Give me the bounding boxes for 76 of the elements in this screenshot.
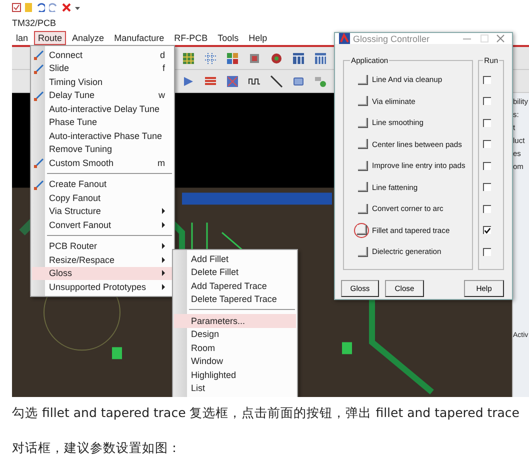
delete-icon[interactable]	[62, 2, 71, 12]
menu-item[interactable]: Unsupported Prototypes	[32, 280, 173, 294]
menu-item[interactable]: Slide f	[32, 62, 173, 75]
undo-icon[interactable]	[36, 2, 45, 12]
menu-bar-item[interactable]: Analyze	[68, 31, 108, 45]
grid-icon[interactable]	[182, 52, 195, 64]
chip-icon[interactable]	[248, 52, 261, 64]
shapes-icon[interactable]	[270, 52, 283, 64]
menu-item[interactable]: Via Structure	[32, 204, 173, 218]
submenu-arrow-icon	[162, 222, 165, 228]
menu-item[interactable]: Copy Fanout	[32, 191, 173, 204]
trace-icon	[34, 158, 44, 168]
run-checkbox[interactable]	[483, 97, 492, 106]
menu-item[interactable]: Timing Vision	[32, 75, 173, 88]
rectangle-icon[interactable]	[292, 74, 305, 88]
menu-item[interactable]: Resize/Respace	[32, 253, 173, 266]
menu-item[interactable]: Phase Tune	[32, 116, 173, 129]
arrow-icon[interactable]	[182, 74, 195, 88]
window-title: TM32/PCB	[12, 16, 58, 30]
menu-item[interactable]: Highlighted	[174, 368, 296, 382]
menu-bar-item[interactable]: RF-PCB	[170, 31, 212, 45]
trace-icon	[34, 90, 44, 100]
add-shape-icon[interactable]	[314, 74, 327, 88]
menu-item[interactable]: Room	[174, 341, 296, 354]
app-logo-icon	[339, 33, 350, 44]
dialog-title: Glossing Controller	[353, 34, 431, 44]
menu-item[interactable]: Auto-interactive Phase Tune	[32, 129, 173, 142]
table-icon[interactable]	[314, 52, 327, 64]
submenu-arrow-icon	[162, 284, 165, 290]
menu-item[interactable]: Add Tapered Trace	[174, 279, 296, 292]
dotted-grid-icon[interactable]	[204, 52, 217, 64]
run-checkbox[interactable]	[483, 248, 492, 256]
run-checkbox[interactable]	[483, 162, 492, 170]
menu-item[interactable]: Remove Tuning	[32, 142, 173, 156]
pattern-icon[interactable]	[226, 74, 239, 88]
paragraph: 勾选 fillet and tapered trace 复选框，点击前面的按钮，弹出 fillet and tapered trace	[12, 405, 520, 422]
submenu-arrow-icon	[162, 256, 165, 263]
menu-bar-item[interactable]: Route	[34, 31, 66, 45]
menu-item[interactable]: Add Fillet	[174, 252, 296, 266]
menu-bar-item[interactable]: lan	[12, 31, 32, 45]
menu-item[interactable]: Convert Fanout	[32, 218, 173, 232]
menu-item[interactable]: Delete Tapered Trace	[174, 292, 296, 306]
submenu-arrow-icon	[162, 243, 165, 250]
menu-bar-item[interactable]: Manufacture	[110, 31, 168, 45]
blocks-icon[interactable]	[226, 52, 239, 64]
menu-item[interactable]: Gloss	[32, 266, 173, 280]
menu-item[interactable]: List	[174, 382, 296, 395]
menu-item[interactable]: Create Fanout	[32, 178, 173, 191]
menu-item[interactable]: Window	[174, 354, 296, 368]
menu-item[interactable]: Delay Tune w	[32, 88, 173, 102]
menu-item[interactable]: Parameters...	[174, 314, 296, 328]
menu-item[interactable]: Auto-interactive Delay Tune	[32, 102, 173, 116]
run-checkbox[interactable]	[483, 76, 492, 84]
line-icon[interactable]	[270, 74, 283, 88]
menu-bar-item[interactable]: Help	[244, 31, 272, 45]
paragraph: 对话框，建议参数设置如图：	[12, 440, 182, 457]
submenu-arrow-icon	[162, 270, 165, 276]
menu-item[interactable]: Custom Smooth m	[32, 156, 173, 170]
trace-icon	[34, 50, 44, 60]
layers-icon[interactable]	[204, 74, 217, 88]
menu-item[interactable]: PCB Router	[32, 240, 173, 253]
trace-icon	[34, 64, 44, 74]
menu-item[interactable]: Connect d	[32, 48, 173, 62]
trace-icon	[34, 180, 44, 190]
menu-item[interactable]: Design	[174, 328, 296, 341]
checklist-icon[interactable]	[12, 2, 21, 12]
table-icon[interactable]	[292, 52, 305, 64]
run-checkbox[interactable]	[483, 204, 492, 213]
run-checkbox[interactable]	[483, 118, 492, 127]
submenu-arrow-icon	[162, 208, 165, 214]
run-checkbox[interactable]	[483, 183, 492, 192]
run-checkbox[interactable]	[483, 226, 492, 234]
menu-bar-item[interactable]: Tools	[214, 31, 243, 45]
redo-icon[interactable]	[49, 2, 58, 12]
menu-item[interactable]: Delete Fillet	[174, 266, 296, 279]
run-checkbox[interactable]	[483, 140, 492, 148]
